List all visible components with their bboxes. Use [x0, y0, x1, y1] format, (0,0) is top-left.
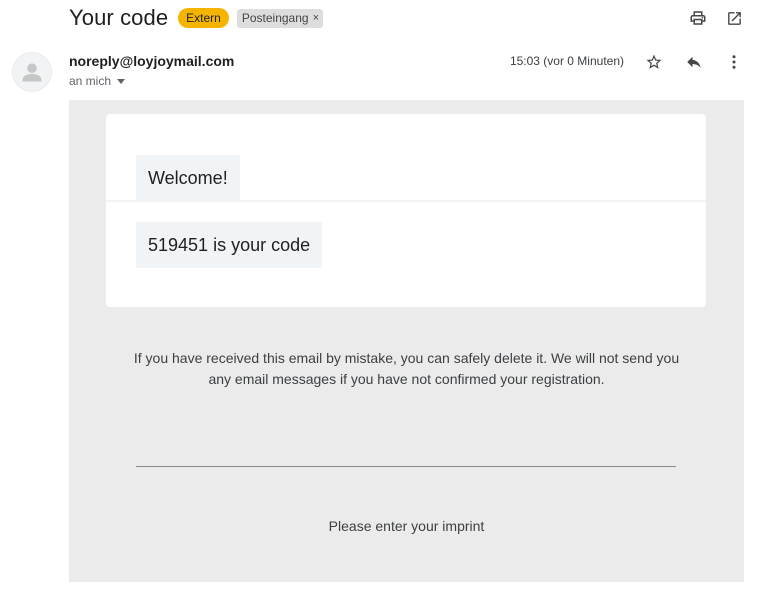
open-in-new-window-icon[interactable]: [724, 8, 744, 28]
welcome-text: Welcome!: [136, 155, 240, 201]
message-body: Welcome! 519451 is your code If you have…: [69, 100, 744, 582]
reply-icon[interactable]: [684, 52, 704, 72]
chevron-down-icon: [117, 78, 126, 84]
email-subject: Your code: [69, 5, 169, 30]
print-icon[interactable]: [688, 8, 708, 28]
inbox-label-text: Posteingang: [241, 10, 309, 25]
sender-address[interactable]: noreply@loyjoymail.com: [69, 53, 234, 69]
subject-row: Your code Extern Posteingang ×: [69, 4, 324, 32]
footer-divider: [136, 466, 676, 467]
imprint-text: Please enter your imprint: [328, 518, 485, 534]
message-timestamp: 15:03 (vor 0 Minuten): [509, 54, 624, 68]
more-vert-icon[interactable]: [724, 52, 744, 72]
external-badge: Extern: [178, 8, 229, 28]
remove-label-icon[interactable]: ×: [313, 11, 319, 26]
verification-code-text: 519451 is your code: [136, 222, 323, 268]
recipient-label: an mich: [69, 74, 112, 88]
sender-avatar[interactable]: [12, 52, 52, 92]
content-card: Welcome! 519451 is your code: [106, 114, 706, 307]
star-icon[interactable]: [644, 52, 664, 72]
inbox-label-chip[interactable]: Posteingang ×: [236, 8, 324, 28]
disclaimer-text: If you have received this email by mista…: [133, 350, 680, 387]
card-divider: [106, 200, 706, 202]
recipient-toggle[interactable]: an mich: [69, 74, 126, 88]
email-view: Your code Extern Posteingang × noreply@l…: [0, 0, 774, 601]
